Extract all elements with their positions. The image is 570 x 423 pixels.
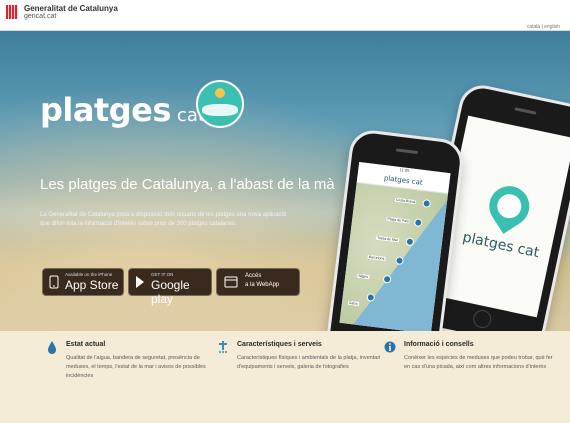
gov-site-link[interactable]: gencat.cat [24,13,56,20]
apple-icon [49,275,59,289]
gov-header: Generalitat de Catalunya gencat.cat cata… [0,0,570,31]
phone-mockup-front: 11:05 platges cat Costa Brava Platja de … [324,127,466,331]
map-label: Sitges [357,273,370,280]
map-label: Barcelona [367,254,386,261]
google-play-caption: GET IT ON [151,272,174,277]
beach-marker [395,256,404,266]
beach-marker [382,274,392,284]
beach-marker [366,292,376,302]
app-store-caption: Available on the iPhone [65,272,113,277]
beach-marker [422,199,432,208]
map-label: Salou [347,300,360,306]
webapp-button[interactable]: Accés a la WebApp [216,268,300,296]
google-play-icon [136,276,144,288]
info-icon [384,341,396,353]
beach-badge-icon [196,80,244,128]
app-store-label: App Store [65,278,119,292]
water-drop-icon [48,341,56,354]
webapp-label-line2: a la WebApp [245,282,280,288]
google-play-label: Google play [151,278,190,306]
wave-icon [202,104,238,116]
phone-home-button [471,308,493,330]
hero-banner: platges cat Les platges de Catalunya, a l… [0,31,570,331]
feature-title: Informació i consells [404,341,474,348]
location-pin-icon [481,178,537,234]
map-label: Costa Brava [394,197,417,205]
phone-speaker [513,107,537,115]
gov-name[interactable]: Generalitat de Catalunya [24,4,118,13]
brand-name: platges [40,91,171,129]
language-selector[interactable]: català | english [527,24,560,30]
hero-tagline: Les platges de Catalunya, a l'abast de l… [40,176,335,193]
app-store-button[interactable]: Available on the iPhone App Store [42,268,124,296]
generalitat-logo-icon[interactable] [6,5,18,19]
feature-description: Qualitat de l'aigua, bandera de segureta… [66,355,206,379]
google-play-button[interactable]: GET IT ON Google play [128,268,212,306]
map-label: Tossa de Mar [375,235,400,243]
beach-marker [405,237,415,247]
feature-description: Característiques físiques i ambientals d… [237,355,381,370]
feature-title: Estat actual [66,341,106,348]
beach-marker [413,218,423,228]
map-label: Platja de Pals [386,216,410,224]
webapp-icon [224,276,238,288]
hero-description: La Generalitat de Catalunya posa a dispo… [40,212,287,227]
brand-logo: platges cat [40,91,205,129]
sun-icon [215,88,225,98]
phone-screen-map: 11:05 platges cat Costa Brava Platja de … [339,161,451,331]
feature-description: Conèixer les espècies de meduses que pod… [404,355,553,370]
shower-icon [219,341,227,353]
features-section: Estat actual Qualitat de l'aigua, bander… [0,331,570,423]
feature-title: Característiques i serveis [237,341,322,348]
map-view: Costa Brava Platja de Pals Tossa de Mar … [339,182,448,331]
webapp-label-line1: Accés [245,273,262,279]
splash-app-name: platges cat [461,229,541,262]
phone-speaker [395,148,418,155]
